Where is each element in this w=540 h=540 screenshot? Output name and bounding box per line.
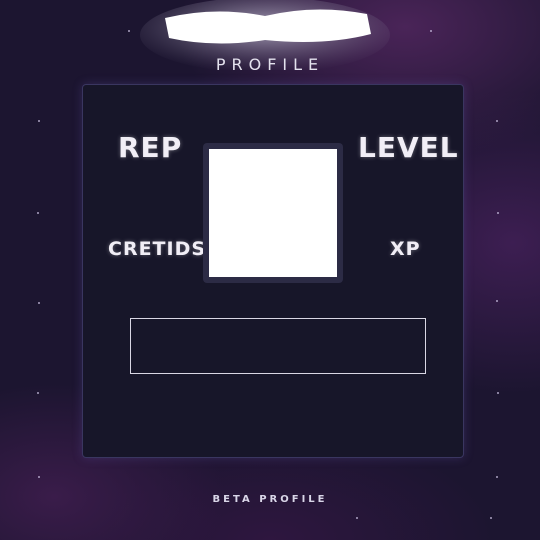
rep-label: REP: [118, 131, 183, 164]
footer-text: BETA PROFILE: [212, 494, 328, 505]
star: [496, 120, 498, 122]
star: [496, 300, 498, 302]
level-label: LEVEL: [358, 131, 459, 164]
bio-box[interactable]: [130, 318, 426, 374]
page-title: PROFILE: [215, 55, 325, 74]
avatar-frame: [203, 143, 343, 283]
star: [128, 30, 130, 32]
star: [490, 517, 492, 519]
xp-label: XP: [390, 238, 421, 260]
credits-label: CRETIDS: [108, 238, 207, 260]
star: [356, 517, 358, 519]
star: [430, 30, 432, 32]
star: [496, 476, 498, 478]
star: [38, 302, 40, 304]
star: [497, 212, 499, 214]
star: [38, 120, 40, 122]
star: [497, 392, 499, 394]
avatar[interactable]: [209, 149, 337, 277]
star: [38, 476, 40, 478]
star: [37, 392, 39, 394]
star: [37, 212, 39, 214]
